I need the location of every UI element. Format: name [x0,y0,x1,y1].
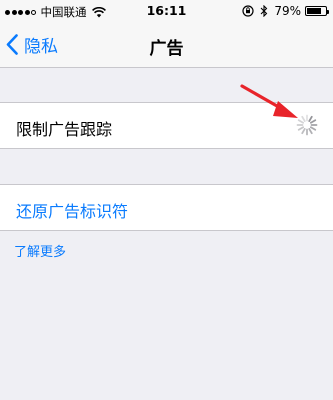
spinner-spoke [301,128,306,135]
spinner-spoke [308,115,313,122]
bluetooth-icon [260,5,268,17]
spinner-spoke [301,115,306,122]
rotation-lock-icon [242,5,254,17]
status-right: 79% [242,4,329,18]
spinner-spoke [297,126,304,131]
spinner-spoke [310,126,317,131]
status-bar: 中国联通 16:11 79% [0,0,333,22]
reset-ad-identifier-row[interactable]: 还原广告标识符 [0,184,333,231]
reset-ad-identifier-link[interactable]: 还原广告标识符 [16,198,128,222]
spinner-spoke [308,128,313,135]
limit-ad-tracking-label: 限制广告跟踪 [16,120,113,139]
red-arrow-annotation [240,84,298,118]
navigation-bar: 隐私 广告 [0,22,333,68]
learn-more-link[interactable]: 了解更多 [14,241,66,260]
spinner-spoke [310,119,317,124]
battery-percent: 79% [274,4,301,18]
battery-fill [307,8,322,14]
page-title: 广告 [149,39,184,59]
battery-icon [305,6,329,16]
